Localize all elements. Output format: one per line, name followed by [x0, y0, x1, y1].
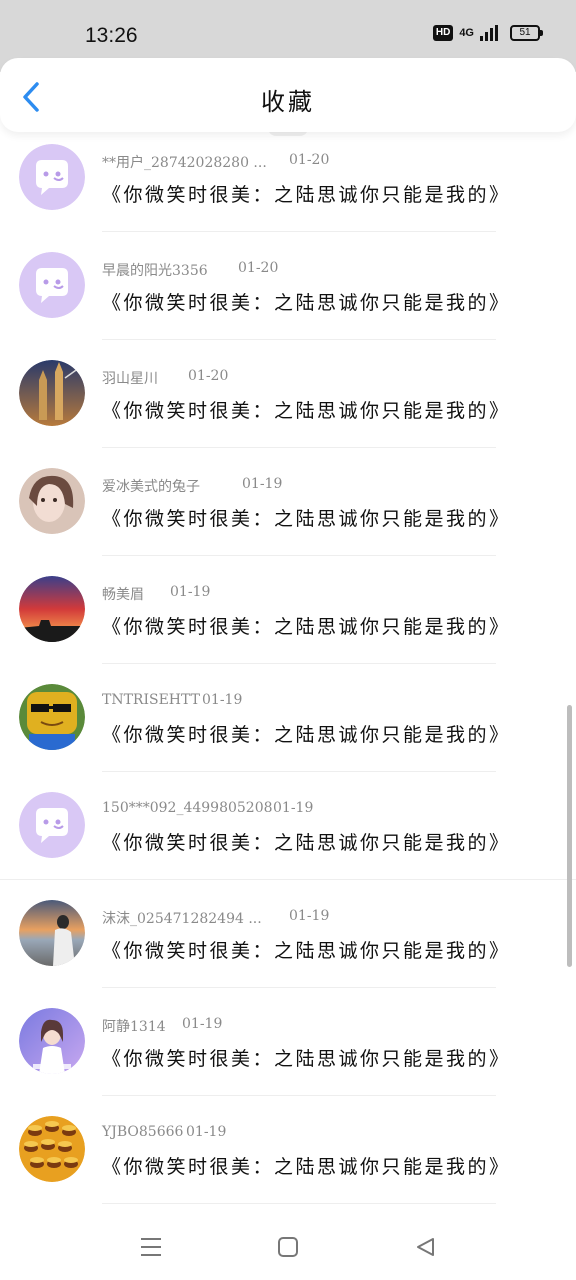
home-nav-button[interactable]: [273, 1232, 303, 1262]
cartoon-sunglasses-avatar-icon[interactable]: [19, 684, 85, 750]
favorite-title[interactable]: 《你微笑时很美：之陆思诚你只能是我的》: [102, 1152, 511, 1179]
username: 早晨的阳光3356: [102, 263, 208, 279]
favorite-title[interactable]: 《你微笑时很美：之陆思诚你只能是我的》: [102, 1044, 511, 1071]
battery-indicator: 51: [510, 25, 543, 41]
photo-sunset-avatar-icon[interactable]: [19, 576, 85, 642]
item-meta: 沫沫_025471282494 ... 01-19: [102, 908, 329, 928]
item-date: 01-19: [170, 584, 211, 600]
default-chat-avatar-icon[interactable]: [19, 144, 85, 210]
favorite-title[interactable]: 《你微笑时很美：之陆思诚你只能是我的》: [102, 936, 511, 963]
favorite-item[interactable]: **用户_28742028280 ... 01-20 《你微笑时很美：之陆思诚你…: [0, 124, 576, 232]
favorite-title[interactable]: 《你微笑时很美：之陆思诚你只能是我的》: [102, 720, 511, 747]
system-nav-bar: [0, 1212, 576, 1280]
status-icons: HD 4G 51: [432, 25, 543, 41]
username: **用户_28742028280 ...: [102, 155, 267, 171]
favorite-item[interactable]: 沫沫_025471282494 ... 01-19 《你微笑时很美：之陆思诚你只…: [0, 880, 576, 988]
favorite-title[interactable]: 《你微笑时很美：之陆思诚你只能是我的》: [102, 396, 511, 423]
item-date: 01-19: [186, 1124, 227, 1140]
item-date: 01-19: [273, 800, 314, 816]
item-meta: 羽山星川 01-20: [102, 368, 228, 388]
favorite-item[interactable]: 羽山星川 01-20 《你微笑时很美：之陆思诚你只能是我的》: [0, 340, 576, 448]
status-time: 13:26: [85, 24, 138, 47]
favorite-title[interactable]: 《你微笑时很美：之陆思诚你只能是我的》: [102, 288, 511, 315]
back-nav-button[interactable]: [410, 1232, 440, 1262]
burger-pattern-avatar-icon[interactable]: [19, 1116, 85, 1182]
username: 150***092_4499805208: [102, 800, 273, 816]
item-meta: **用户_28742028280 ... 01-20: [102, 152, 329, 172]
photo-singer-avatar-icon[interactable]: [19, 1008, 85, 1074]
favorite-item[interactable]: 150***092_4499805208 01-19 《你微笑时很美：之陆思诚你…: [0, 772, 576, 880]
item-date: 01-19: [202, 692, 243, 708]
item-date: 01-20: [188, 368, 229, 384]
username: 羽山星川: [102, 371, 158, 387]
item-meta: 阿静1314 01-19: [102, 1016, 222, 1036]
favorite-title[interactable]: 《你微笑时很美：之陆思诚你只能是我的》: [102, 504, 511, 531]
photo-castle-avatar-icon[interactable]: [19, 360, 85, 426]
item-meta: YJBO85666 01-19: [102, 1124, 226, 1140]
default-chat-avatar-icon[interactable]: [19, 252, 85, 318]
hd-badge: HD: [432, 25, 454, 41]
photo-girl-avatar-icon[interactable]: [19, 468, 85, 534]
item-meta: 150***092_4499805208 01-19: [102, 800, 313, 816]
username: TNTRISEHTT: [102, 692, 200, 708]
username: YJBO85666: [102, 1124, 184, 1140]
item-date: 01-20: [289, 152, 330, 168]
item-meta: TNTRISEHTT 01-19: [102, 692, 242, 708]
username: 爱冰美式的兔子: [102, 479, 200, 495]
item-date: 01-19: [182, 1016, 223, 1032]
photo-beach-avatar-icon[interactable]: [19, 900, 85, 966]
home-square-icon: [278, 1237, 298, 1257]
item-meta: 爱冰美式的兔子 01-19: [102, 476, 282, 496]
item-meta: 畅美眉 01-19: [102, 584, 210, 604]
app-header: 收藏: [0, 58, 576, 132]
row-divider: [102, 1203, 496, 1204]
network-label: 4G: [459, 27, 474, 39]
favorite-item[interactable]: 阿静1314 01-19 《你微笑时很美：之陆思诚你只能是我的》: [0, 988, 576, 1096]
item-date: 01-20: [238, 260, 279, 276]
item-meta: 早晨的阳光3356 01-20: [102, 260, 278, 280]
favorite-item[interactable]: 早晨的阳光3356 01-20 《你微笑时很美：之陆思诚你只能是我的》: [0, 232, 576, 340]
menu-nav-button[interactable]: [136, 1232, 166, 1262]
favorite-title[interactable]: 《你微笑时很美：之陆思诚你只能是我的》: [102, 612, 511, 639]
favorite-item[interactable]: YJBO85666 01-19 《你微笑时很美：之陆思诚你只能是我的》: [0, 1096, 576, 1204]
default-chat-avatar-icon[interactable]: [19, 792, 85, 858]
username: 沫沫_025471282494 ...: [102, 911, 262, 927]
favorite-item[interactable]: 爱冰美式的兔子 01-19 《你微笑时很美：之陆思诚你只能是我的》: [0, 448, 576, 556]
favorite-title[interactable]: 《你微笑时很美：之陆思诚你只能是我的》: [102, 828, 511, 855]
signal-icon: [480, 25, 498, 41]
page-title: 收藏: [261, 88, 315, 116]
username: 阿静1314: [102, 1019, 166, 1035]
back-triangle-icon: [417, 1238, 434, 1256]
favorite-item[interactable]: 畅美眉 01-19 《你微笑时很美：之陆思诚你只能是我的》: [0, 556, 576, 664]
scrollbar[interactable]: [567, 705, 572, 967]
item-date: 01-19: [289, 908, 330, 924]
favorite-item[interactable]: TNTRISEHTT 01-19 《你微笑时很美：之陆思诚你只能是我的》: [0, 664, 576, 772]
username: 畅美眉: [102, 587, 144, 603]
menu-icon: [141, 1238, 161, 1256]
favorite-title[interactable]: 《你微笑时很美：之陆思诚你只能是我的》: [102, 180, 511, 207]
item-date: 01-19: [242, 476, 283, 492]
